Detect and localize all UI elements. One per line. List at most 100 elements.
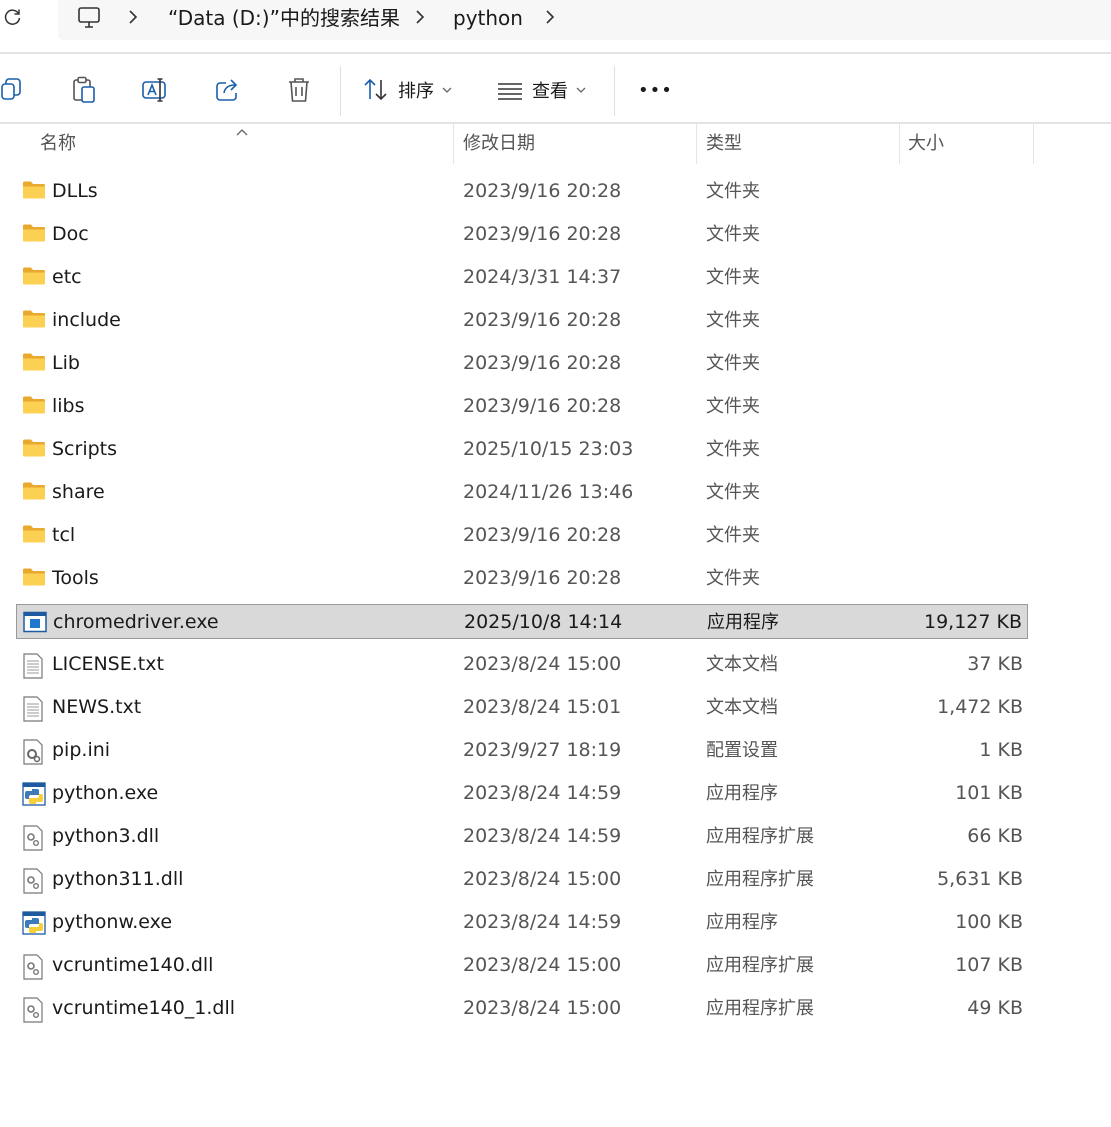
file-name[interactable]: chromedriver.exe [53, 605, 219, 640]
delete-icon [286, 76, 312, 104]
address-bar: “Data (D:)”中的搜索结果 python [0, 0, 1111, 52]
file-name[interactable]: Scripts [52, 432, 117, 467]
file-name[interactable]: python311.dll [52, 862, 183, 897]
view-button[interactable]: 查看 [496, 74, 586, 106]
file-modified-date: 2025/10/15 23:03 [463, 438, 634, 460]
file-name[interactable]: libs [52, 389, 85, 424]
copy-icon [0, 77, 24, 103]
file-row[interactable]: Lib 2023/9/16 20:28 文件夹 [16, 346, 1028, 381]
file-row[interactable]: NEWS.txt 2023/8/24 15:01 文本文档 1,472 KB [16, 690, 1028, 725]
breadcrumb-search-results[interactable]: “Data (D:)”中的搜索结果 [168, 5, 400, 31]
chevron-right-icon[interactable] [543, 7, 557, 27]
column-header-modified[interactable]: 修改日期 [463, 124, 535, 164]
file-size: 5,631 KB [937, 868, 1023, 890]
delete-button[interactable] [286, 74, 312, 106]
rename-button[interactable] [141, 74, 169, 106]
python-exe-icon [22, 782, 46, 806]
file-size: 1,472 KB [937, 696, 1023, 718]
file-type: 文件夹 [706, 482, 760, 503]
copy-button[interactable] [0, 74, 24, 106]
file-row[interactable]: chromedriver.exe 2025/10/8 14:14 应用程序 19,12… [16, 604, 1028, 639]
file-modified-date: 2023/8/24 14:59 [463, 911, 622, 933]
file-row[interactable]: vcruntime140.dll 2023/8/24 15:00 应用程序扩展 107… [16, 948, 1028, 983]
file-size: 100 KB [955, 911, 1023, 933]
sort-ascending-icon [236, 122, 248, 136]
file-type: 文本文档 [706, 654, 778, 675]
file-name[interactable]: include [52, 303, 121, 338]
file-modified-date: 2023/9/16 20:28 [463, 395, 622, 417]
file-name[interactable]: Lib [52, 346, 80, 381]
file-name[interactable]: pythonw.exe [52, 905, 172, 940]
file-size: 107 KB [955, 954, 1023, 976]
file-name[interactable]: pip.ini [52, 733, 110, 768]
file-name[interactable]: share [52, 475, 105, 510]
file-modified-date: 2023/9/16 20:28 [463, 352, 622, 374]
column-header-name[interactable]: 名称 [40, 124, 76, 164]
file-row[interactable]: pythonw.exe 2023/8/24 14:59 应用程序 100 KB [16, 905, 1028, 940]
file-row[interactable]: python.exe 2023/8/24 14:59 应用程序 101 KB [16, 776, 1028, 811]
dll-file-icon [22, 868, 44, 894]
file-name[interactable]: DLLs [52, 174, 98, 209]
file-row[interactable]: Scripts 2025/10/15 23:03 文件夹 [16, 432, 1028, 467]
file-name[interactable]: vcruntime140.dll [52, 948, 213, 983]
breadcrumb-python[interactable]: python [453, 5, 523, 31]
file-name[interactable]: NEWS.txt [52, 690, 141, 725]
file-name[interactable]: python.exe [52, 776, 158, 811]
file-type: 文件夹 [706, 267, 760, 288]
breadcrumb[interactable]: “Data (D:)”中的搜索结果 python [58, 0, 1111, 40]
file-row[interactable]: LICENSE.txt 2023/8/24 15:00 文本文档 37 KB [16, 647, 1028, 682]
dll-file-icon [22, 997, 44, 1023]
column-divider[interactable] [453, 124, 454, 164]
column-divider[interactable] [899, 124, 900, 164]
file-row[interactable]: tcl 2023/9/16 20:28 文件夹 [16, 518, 1028, 553]
column-divider[interactable] [696, 124, 697, 164]
chevron-right-icon[interactable] [126, 7, 140, 27]
folder-icon [22, 309, 45, 331]
view-label: 查看 [532, 81, 568, 102]
python-exe-icon [22, 911, 46, 935]
file-size: 101 KB [955, 782, 1023, 804]
file-row[interactable]: include 2023/9/16 20:28 文件夹 [16, 303, 1028, 338]
folder-icon [22, 524, 45, 546]
toolbar-separator [340, 66, 341, 116]
file-row[interactable]: pip.ini 2023/9/27 18:19 配置设置 1 KB [16, 733, 1028, 768]
dll-file-icon [22, 825, 44, 851]
chevron-right-icon[interactable] [413, 7, 427, 27]
file-row[interactable]: Doc 2023/9/16 20:28 文件夹 [16, 217, 1028, 252]
file-row[interactable]: Tools 2023/9/16 20:28 文件夹 [16, 561, 1028, 596]
file-row[interactable]: etc 2024/3/31 14:37 文件夹 [16, 260, 1028, 295]
file-name[interactable]: Doc [52, 217, 89, 252]
file-row[interactable]: libs 2023/9/16 20:28 文件夹 [16, 389, 1028, 424]
file-name[interactable]: tcl [52, 518, 75, 553]
file-modified-date: 2023/8/24 15:00 [463, 997, 622, 1019]
file-row[interactable]: DLLs 2023/9/16 20:28 文件夹 [16, 174, 1028, 209]
file-type: 文件夹 [706, 310, 760, 331]
column-header-size[interactable]: 大小 [908, 124, 944, 164]
paste-button[interactable] [71, 74, 97, 106]
file-name[interactable]: etc [52, 260, 82, 295]
file-modified-date: 2023/8/24 15:00 [463, 868, 622, 890]
column-header-type[interactable]: 类型 [706, 124, 742, 164]
rename-icon [141, 76, 169, 104]
file-name[interactable]: vcruntime140_1.dll [52, 991, 235, 1026]
file-type: 应用程序扩展 [706, 826, 814, 847]
file-type: 文件夹 [706, 568, 760, 589]
file-name[interactable]: python3.dll [52, 819, 159, 854]
share-button[interactable] [214, 74, 242, 106]
file-type: 配置设置 [706, 740, 778, 761]
file-type: 应用程序扩展 [706, 998, 814, 1019]
file-name[interactable]: Tools [52, 561, 99, 596]
sort-icon [362, 77, 390, 103]
file-row[interactable]: vcruntime140_1.dll 2023/8/24 15:00 应用程序扩展 4… [16, 991, 1028, 1026]
sort-button[interactable]: 排序 [362, 74, 452, 106]
this-pc-icon[interactable] [76, 5, 102, 31]
column-divider[interactable] [1033, 124, 1034, 164]
file-row[interactable]: share 2024/11/26 13:46 文件夹 [16, 475, 1028, 510]
file-type: 应用程序 [707, 612, 779, 633]
file-row[interactable]: python311.dll 2023/8/24 15:00 应用程序扩展 5,631 … [16, 862, 1028, 897]
file-row[interactable]: python3.dll 2023/8/24 14:59 应用程序扩展 66 KB [16, 819, 1028, 854]
file-modified-date: 2025/10/8 14:14 [464, 611, 623, 633]
refresh-icon[interactable] [2, 6, 24, 28]
more-options-button[interactable]: ••• [638, 74, 673, 106]
file-name[interactable]: LICENSE.txt [52, 647, 164, 682]
